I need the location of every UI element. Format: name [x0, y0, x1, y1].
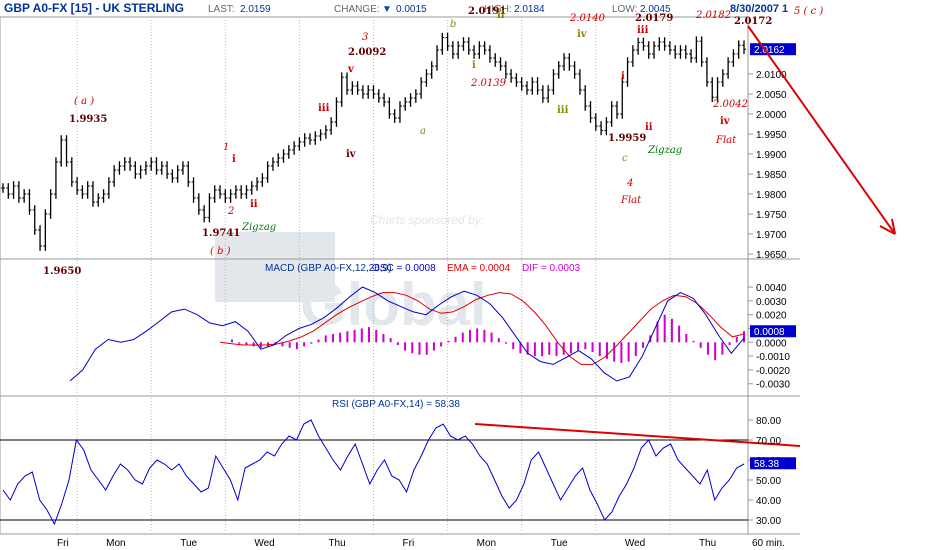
wave-ii-label: ii	[250, 199, 258, 210]
change-label: CHANGE:	[334, 4, 380, 15]
change-value: 0.0015	[396, 4, 427, 15]
y-tick-label: 30.00	[756, 516, 781, 527]
wave-iv-label-2: iv	[720, 116, 731, 127]
x-tick-label: Fri	[403, 538, 415, 549]
logo-text: Global	[300, 271, 487, 338]
wave-i-minor-label: i	[472, 60, 476, 71]
wave-c-label: c	[622, 153, 628, 164]
rsi-title: RSI (GBP A0-FX,14) = 58.38	[332, 399, 460, 410]
x-tick-label: Thu	[699, 538, 716, 549]
y-tick-label: 0.0040	[756, 283, 787, 294]
sponsor-text: Charts sponsored by:	[370, 213, 484, 227]
wave-2182-price: 2.0182	[695, 10, 731, 21]
rsi-trendline	[474, 423, 801, 447]
wave-2042-price: 2.0042	[712, 99, 748, 110]
macd-osc-legend: OSC = 0.0008	[372, 263, 436, 274]
wave-iv-minor-label: iv	[577, 29, 588, 40]
y-tick-label: 1.9850	[756, 170, 787, 181]
wave-zigzag-label-2: Zigzag	[647, 145, 682, 156]
y-tick-label: -0.0020	[756, 366, 790, 377]
y-tick-label: 1.9800	[756, 190, 787, 201]
y-tick-label: 70.00	[756, 436, 781, 447]
wave-2172-price: 2.0172	[734, 16, 772, 27]
x-tick-label: Wed	[625, 538, 645, 549]
x-tick-label: Thu	[328, 538, 345, 549]
wave-2179-price: 2.0179	[635, 13, 673, 24]
wave-5c-label: 5 ( c )	[794, 6, 823, 17]
x-tick-label: Mon	[106, 538, 125, 549]
wave-a-label: ( a )	[74, 96, 94, 107]
wave-low-price: 1.9650	[43, 266, 81, 277]
y-axis-labels: 2.01002.00502.00001.99501.99001.98501.98…	[748, 43, 796, 527]
wave-iv-label: iv	[346, 149, 357, 160]
last-value-badge-text: 0.0008	[754, 327, 785, 338]
wave-flat-label: Flat	[620, 195, 642, 206]
forex-chart: Charts sponsored by: Global GBP A0-FX [1…	[0, 1, 896, 549]
wave-annotations: ( a ) 1.9935 1 i 2 ii 1.9741 ( b ) Zigza…	[43, 6, 823, 277]
y-tick-label: 2.0050	[756, 90, 787, 101]
rsi-lines	[2, 419, 801, 526]
wave-1959-price: 1.9959	[608, 133, 646, 144]
wave-b-label: ( b )	[210, 246, 231, 257]
low-label: LOW:	[612, 4, 637, 15]
y-tick-label: 0.0030	[756, 297, 787, 308]
change-down-icon: ▼	[382, 4, 392, 15]
high-value: 2.0184	[514, 4, 545, 15]
x-tick-label: Fri	[57, 538, 69, 549]
last-value-badge-text: 2.0162	[754, 45, 785, 56]
last-value-badge-text: 58.38	[754, 459, 779, 470]
y-tick-label: -0.0030	[756, 380, 790, 391]
wave-2-label: 2	[227, 206, 234, 217]
y-tick-label: 0.0000	[756, 338, 787, 349]
wave-2140-price: 2.0140	[569, 13, 606, 24]
wave-a-price: 1.9935	[69, 114, 107, 125]
wave-4-label: 4	[626, 178, 633, 189]
y-tick-label: 1.9700	[756, 230, 787, 241]
x-tick-label: Tue	[180, 538, 197, 549]
symbol-title: GBP A0-FX [15] - UK STERLING	[4, 1, 184, 15]
y-tick-label: -0.0010	[756, 352, 790, 363]
y-tick-label: 1.9900	[756, 150, 787, 161]
y-tick-label: 1.9950	[756, 130, 787, 141]
macd-ema-legend: EMA = 0.0004	[447, 263, 511, 274]
y-tick-label: 80.00	[756, 416, 781, 427]
x-axis-labels: Fri Mon Tue Wed Thu Fri Mon Tue Wed Thu 60 min.	[57, 538, 785, 549]
last-value: 2.0159	[240, 4, 271, 15]
x-tick-label: Tue	[551, 538, 568, 549]
wave-b-minor-label: b	[450, 19, 456, 30]
last-label: LAST:	[208, 4, 235, 15]
wave-a-minor-label: a	[420, 126, 426, 137]
wave-i-label: i	[232, 154, 236, 165]
wave-i-label-2: i	[621, 71, 625, 82]
wave-i-minor-price: 2.0139	[470, 78, 507, 89]
wave-b-price: 1.9741	[202, 228, 240, 239]
y-tick-label: 1.9750	[756, 210, 787, 221]
macd-dif-legend: DIF = 0.0003	[522, 263, 581, 274]
y-tick-label: 40.00	[756, 496, 781, 507]
wave-v-label: v	[347, 64, 355, 75]
wave-1-label: 1	[223, 142, 229, 153]
wave-ii-label-2: ii	[645, 122, 653, 133]
date-label: 8/30/2007 1	[730, 3, 788, 15]
y-tick-label: 0.0020	[756, 311, 787, 322]
x-tick-label: Mon	[477, 538, 496, 549]
wave-iii-minor-label: iii	[557, 105, 569, 116]
x-tick-label: Wed	[254, 538, 274, 549]
x-unit-label: 60 min.	[752, 538, 785, 549]
y-tick-label: 1.9650	[756, 250, 787, 261]
wave-iii-label: iii	[318, 103, 330, 114]
wave-3-price: 2.0092	[348, 47, 386, 58]
y-tick-label: 2.0000	[756, 110, 787, 121]
wave-3-label: 3	[362, 32, 368, 43]
wave-flat-label-2: Flat	[715, 135, 737, 146]
wave-ii-minor-label: ii	[497, 10, 505, 21]
y-tick-label: 50.00	[756, 476, 781, 487]
wave-zigzag-label: Zigzag	[241, 222, 276, 233]
wave-iii-label-2: iii	[637, 25, 649, 36]
